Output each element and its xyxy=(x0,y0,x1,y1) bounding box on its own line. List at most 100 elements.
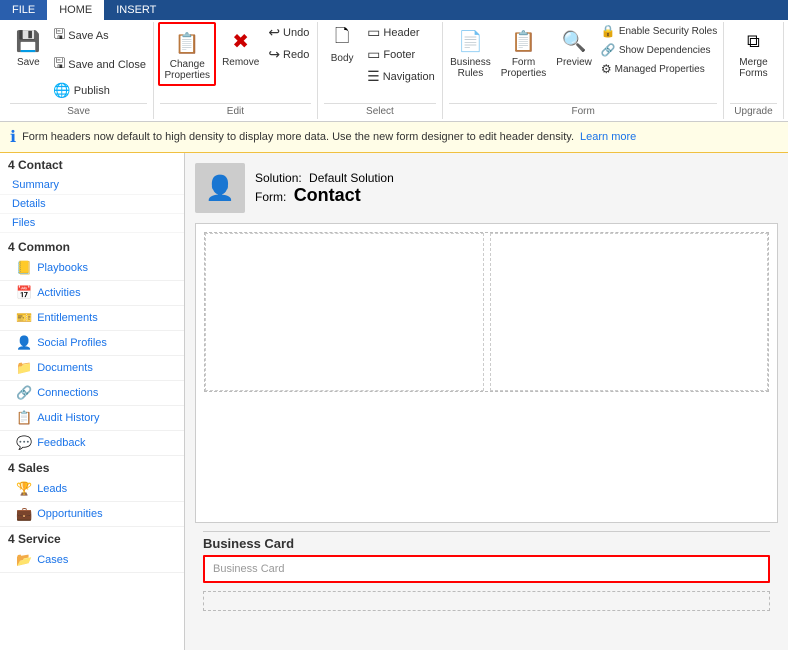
feedback-icon: 💬 xyxy=(16,435,32,451)
security-icon: 🔒 xyxy=(601,24,616,38)
learn-more-link[interactable]: Learn more xyxy=(580,131,636,143)
redo-button[interactable]: ↪ Redo xyxy=(265,44,312,65)
dependencies-icon: 🔗 xyxy=(601,43,616,57)
tab-insert[interactable]: INSERT xyxy=(104,0,168,20)
managed-properties-button[interactable]: ⚙ Managed Properties xyxy=(598,60,720,78)
body-icon: 🗋 xyxy=(328,25,356,53)
audit-history-icon: 📋 xyxy=(16,410,32,426)
upgrade-group-label: Upgrade xyxy=(730,103,777,119)
ribbon-content: 💾 Save 🖫 Save As 🖫 Save and Close 🌐 Publ… xyxy=(0,20,788,121)
save-as-icon: 🖫 xyxy=(53,24,65,48)
publish-button[interactable]: 🌐 Publish xyxy=(50,80,149,101)
preview-icon: 🔍 xyxy=(558,25,590,57)
sidebar-item-social-profiles[interactable]: 👤 Social Profiles xyxy=(0,331,184,356)
form-properties-icon: 📋 xyxy=(508,25,540,57)
merge-forms-icon: ⧉ xyxy=(737,25,769,57)
save-group-label: Save xyxy=(10,103,147,119)
business-rules-icon: 📄 xyxy=(454,25,486,57)
change-properties-icon: 📋 xyxy=(171,27,203,59)
ribbon-tabs: FILE HOME INSERT xyxy=(0,0,788,20)
ribbon-group-form: 📄 BusinessRules 📋 FormProperties 🔍 Previ… xyxy=(443,22,724,119)
footer-icon: ▭ xyxy=(367,46,380,63)
opportunities-icon: 💼 xyxy=(16,506,32,522)
sidebar-item-files[interactable]: Files xyxy=(0,214,184,233)
form-group-label: Form xyxy=(449,103,717,119)
sidebar-item-activities[interactable]: 📅 Activities xyxy=(0,281,184,306)
documents-icon: 📁 xyxy=(16,360,32,376)
sidebar-item-connections[interactable]: 🔗 Connections xyxy=(0,381,184,406)
footer-button[interactable]: ▭ Footer xyxy=(364,44,438,65)
header-icon: ▭ xyxy=(367,24,380,41)
playbooks-icon: 📒 xyxy=(16,260,32,276)
tab-file[interactable]: FILE xyxy=(0,0,47,20)
form-properties-button[interactable]: 📋 FormProperties xyxy=(497,22,551,82)
ribbon-group-upgrade: ⧉ MergeForms Upgrade xyxy=(724,22,784,119)
body-label: Body xyxy=(331,53,354,64)
ribbon-group-edit: 📋 ChangeProperties ✖ Remove ↩ Undo ↪ Red… xyxy=(154,22,317,119)
change-properties-button[interactable]: 📋 ChangeProperties xyxy=(158,22,216,86)
tab-home[interactable]: HOME xyxy=(47,0,104,20)
form-name: Contact xyxy=(294,185,361,205)
sidebar-item-summary[interactable]: Summary xyxy=(0,176,184,195)
sidebar-item-entitlements[interactable]: 🎫 Entitlements xyxy=(0,306,184,331)
activities-icon: 📅 xyxy=(16,285,32,301)
publish-icon: 🌐 xyxy=(53,82,70,99)
leads-icon: 🏆 xyxy=(16,481,32,497)
remove-icon: ✖ xyxy=(225,25,257,57)
sidebar: 4 Contact Summary Details Files 4 Common… xyxy=(0,153,185,650)
merge-forms-button[interactable]: ⧉ MergeForms xyxy=(731,22,776,82)
sidebar-item-cases[interactable]: 📂 Cases xyxy=(0,548,184,573)
business-card-section: Business Card Business Card xyxy=(203,536,770,583)
sidebar-item-documents[interactable]: 📁 Documents xyxy=(0,356,184,381)
preview-label: Preview xyxy=(556,57,592,68)
undo-icon: ↩ xyxy=(268,24,280,41)
body-button[interactable]: 🗋 Body xyxy=(322,22,362,67)
canvas-area: 👤 Solution: Default Solution Form: Conta… xyxy=(185,153,788,650)
save-close-icon: 🖫 xyxy=(53,53,65,77)
save-label: Save xyxy=(17,57,40,68)
sidebar-item-audit-history[interactable]: 📋 Audit History xyxy=(0,406,184,431)
sidebar-item-leads[interactable]: 🏆 Leads xyxy=(0,477,184,502)
save-button[interactable]: 💾 Save xyxy=(8,22,48,71)
form-column-left xyxy=(205,233,484,391)
form-header: 👤 Solution: Default Solution Form: Conta… xyxy=(195,163,778,213)
avatar: 👤 xyxy=(195,163,245,213)
form-section-bottom xyxy=(203,591,770,611)
sidebar-item-opportunities[interactable]: 💼 Opportunities xyxy=(0,502,184,527)
header-button[interactable]: ▭ Header xyxy=(364,22,438,43)
change-properties-label: ChangeProperties xyxy=(164,59,210,81)
sidebar-item-details[interactable]: Details xyxy=(0,195,184,214)
business-card-field[interactable]: Business Card xyxy=(203,555,770,583)
undo-button[interactable]: ↩ Undo xyxy=(265,22,312,43)
enable-security-roles-button[interactable]: 🔒 Enable Security Roles xyxy=(598,22,720,40)
sidebar-item-playbooks[interactable]: 📒 Playbooks xyxy=(0,256,184,281)
remove-label: Remove xyxy=(222,57,259,68)
ribbon-group-save: 💾 Save 🖫 Save As 🖫 Save and Close 🌐 Publ… xyxy=(4,22,154,119)
form-section-top xyxy=(204,232,769,392)
entitlements-icon: 🎫 xyxy=(16,310,32,326)
solution-name: Default Solution xyxy=(309,171,394,185)
sales-section-header: 4 Sales xyxy=(0,456,184,477)
connections-icon: 🔗 xyxy=(16,385,32,401)
remove-button[interactable]: ✖ Remove xyxy=(218,22,263,71)
business-rules-button[interactable]: 📄 BusinessRules xyxy=(446,22,495,82)
social-profiles-icon: 👤 xyxy=(16,335,32,351)
edit-group-label: Edit xyxy=(160,103,310,119)
sidebar-item-feedback[interactable]: 💬 Feedback xyxy=(0,431,184,456)
info-message: Form headers now default to high density… xyxy=(22,131,574,143)
ribbon-group-select: 🗋 Body ▭ Header ▭ Footer ☰ Navigation xyxy=(318,22,444,119)
save-close-button[interactable]: 🖫 Save and Close xyxy=(50,51,149,79)
service-section-header: 4 Service xyxy=(0,527,184,548)
info-bar: ℹ Form headers now default to high densi… xyxy=(0,122,788,153)
navigation-button[interactable]: ☰ Navigation xyxy=(364,66,438,87)
common-section-header: 4 Common xyxy=(0,235,184,256)
save-icon: 💾 xyxy=(12,25,44,57)
save-as-button[interactable]: 🖫 Save As xyxy=(50,22,149,50)
preview-button[interactable]: 🔍 Preview xyxy=(552,22,596,71)
divider xyxy=(203,531,770,532)
redo-icon: ↪ xyxy=(268,46,280,63)
main-layout: 4 Contact Summary Details Files 4 Common… xyxy=(0,153,788,650)
contact-section-header: 4 Contact xyxy=(0,153,184,174)
show-dependencies-button[interactable]: 🔗 Show Dependencies xyxy=(598,41,720,59)
form-label: Form: xyxy=(255,190,286,204)
